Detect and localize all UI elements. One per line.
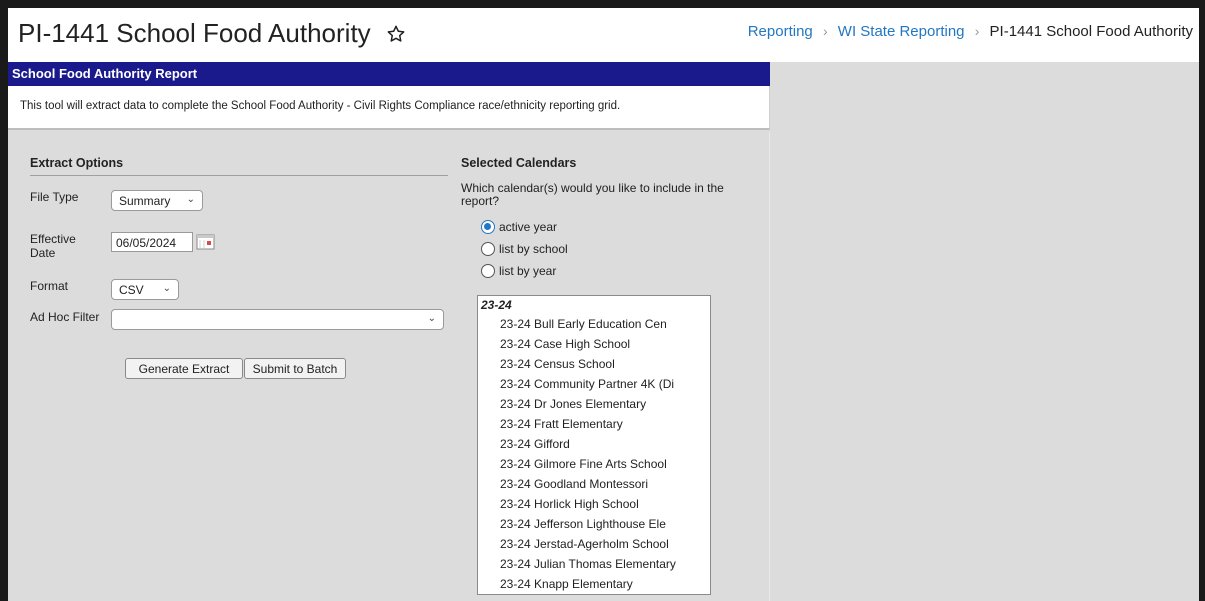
calendar-list-item[interactable]: 23-24 Census School (478, 354, 710, 374)
format-label: Format (30, 279, 69, 293)
radio-button-checked[interactable] (481, 220, 495, 234)
file-type-select[interactable]: Summary ⌄ (111, 190, 203, 211)
radio-list-by-school[interactable]: list by school (481, 242, 568, 256)
calendar-list-item[interactable]: 23-24 Jefferson Lighthouse Ele (478, 514, 710, 534)
calendar-group-label: 23-24 (481, 298, 512, 312)
calendar-list-item[interactable]: 23-24 Goodland Montessori (478, 474, 710, 494)
radio-label-list-by-year: list by year (499, 264, 557, 278)
calendar-icon[interactable] (196, 233, 216, 250)
selected-calendars-heading: Selected Calendars (461, 156, 577, 170)
calendar-list-item[interactable]: 23-24 Dr Jones Elementary (478, 394, 710, 414)
radio-active-year[interactable]: active year (481, 220, 557, 234)
breadcrumb-current: PI-1441 School Food Authority (989, 23, 1193, 40)
generate-extract-button[interactable]: Generate Extract (125, 358, 243, 379)
breadcrumb: Reporting › WI State Reporting › PI-1441… (748, 23, 1193, 40)
page-title: PI-1441 School Food Authority (18, 18, 406, 51)
calendar-list-item[interactable]: 23-24 Fratt Elementary (478, 414, 710, 434)
calendar-list-item[interactable]: 23-24 Community Partner 4K (Di (478, 374, 710, 394)
page-title-text: PI-1441 School Food Authority (18, 18, 371, 48)
calendar-list-item[interactable]: 23-24 Knapp Elementary (478, 574, 710, 594)
calendar-list-item[interactable]: 23-24 Gifford (478, 434, 710, 454)
breadcrumb-wi-state-reporting[interactable]: WI State Reporting (838, 23, 965, 40)
calendar-list-item[interactable]: 23-24 Case High School (478, 334, 710, 354)
chevron-down-icon: ⌄ (162, 283, 171, 294)
effective-date-input[interactable]: 06/05/2024 (111, 232, 193, 252)
extract-options-heading: Extract Options (30, 156, 448, 176)
file-type-label: File Type (30, 190, 79, 204)
radio-button[interactable] (481, 264, 495, 278)
format-value: CSV (119, 283, 144, 297)
file-type-value: Summary (119, 194, 171, 208)
calendar-list-item[interactable]: 23-24 Bull Early Education Cen (478, 314, 710, 334)
star-icon[interactable] (386, 20, 406, 51)
page-header: PI-1441 School Food Authority Reporting … (8, 8, 1199, 62)
radio-button[interactable] (481, 242, 495, 256)
report-title-bar: School Food Authority Report (8, 62, 770, 86)
calendar-list-item[interactable]: 23-24 Jerstad-Agerholm School (478, 534, 710, 554)
chevron-down-icon: ⌄ (186, 194, 195, 205)
calendar-items: 23-24 Bull Early Education Cen 23-24 Case… (478, 314, 710, 594)
ad-hoc-filter-select[interactable]: ⌄ (111, 309, 444, 330)
format-select[interactable]: CSV ⌄ (111, 279, 179, 300)
calendar-list-item[interactable]: 23-24 Julian Thomas Elementary (478, 554, 710, 574)
report-description: This tool will extract data to complete … (8, 86, 770, 130)
calendar-list-item[interactable]: 23-24 Gilmore Fine Arts School (478, 454, 710, 474)
ad-hoc-filter-label: Ad Hoc Filter (30, 310, 100, 324)
radio-label-list-by-school: list by school (499, 242, 568, 256)
chevron-right-icon: › (822, 23, 828, 39)
effective-date-label: Effective Date (30, 232, 76, 260)
submit-to-batch-button[interactable]: Submit to Batch (244, 358, 346, 379)
breadcrumb-reporting[interactable]: Reporting (748, 23, 813, 40)
content-area: School Food Authority Report This tool w… (8, 62, 1199, 601)
radio-list-by-year[interactable]: list by year (481, 264, 556, 278)
radio-label-active-year: active year (499, 220, 558, 234)
calendar-question: Which calendar(s) would you like to incl… (461, 181, 724, 208)
calendar-list-item[interactable]: 23-24 Horlick High School (478, 494, 710, 514)
chevron-right-icon: › (974, 23, 980, 39)
calendar-list[interactable]: 23-24 23-24 Bull Early Education Cen 23-2… (477, 295, 711, 595)
chevron-down-icon: ⌄ (427, 313, 436, 324)
